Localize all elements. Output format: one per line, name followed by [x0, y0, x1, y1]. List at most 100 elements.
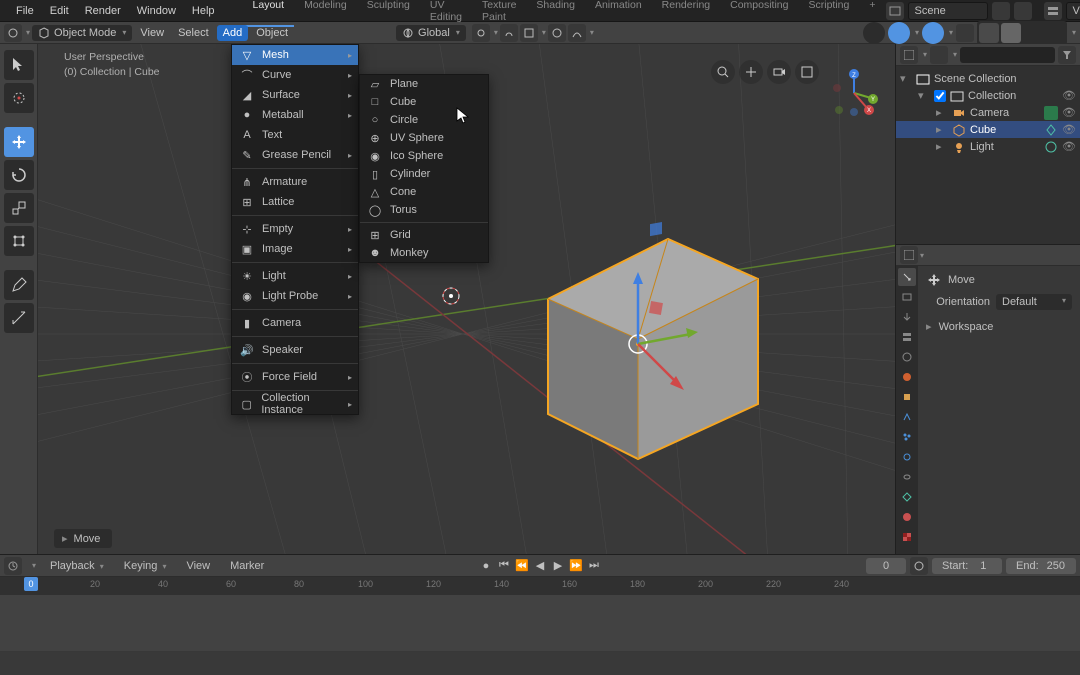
timeline-ruler[interactable]: 0 20 40 60 80 100 120 140 160 180 200 22… [0, 577, 1080, 595]
snap-options-icon[interactable] [520, 24, 538, 42]
navigation-gizmo[interactable]: Z Y X [829, 68, 879, 118]
disclosure-icon[interactable]: ▸ [936, 106, 948, 119]
snap-icon[interactable] [500, 24, 518, 42]
tool-transform[interactable] [4, 226, 34, 256]
collection-checkbox[interactable] [934, 90, 946, 102]
disclosure-icon[interactable]: ▾ [918, 89, 930, 102]
add-armature[interactable]: ⋔ Armature [232, 172, 358, 192]
mode-selector[interactable]: Object Mode ▾ [32, 25, 132, 41]
disclosure-icon[interactable]: ▸ [936, 140, 948, 153]
props-tab-world[interactable] [898, 368, 916, 386]
workspace-section[interactable]: ▸ Workspace [926, 316, 1072, 337]
mesh-grid[interactable]: ⊞ Grid [360, 226, 488, 244]
props-tab-modifiers[interactable] [898, 408, 916, 426]
timeline-editor-icon[interactable] [4, 557, 22, 575]
collection-visibility-icon[interactable] [863, 22, 885, 44]
operator-toast[interactable]: ▸ Move [54, 529, 112, 548]
properties-editor-icon[interactable] [900, 246, 918, 264]
add-text[interactable]: A Text [232, 125, 358, 145]
header-object[interactable]: Object [250, 25, 294, 41]
jump-end-icon[interactable]: ⏭ [586, 558, 602, 574]
add-curve[interactable]: ⌒ Curve ▸ [232, 65, 358, 85]
orientation-selector[interactable]: Global ▾ [396, 25, 466, 41]
tab-uv-editing[interactable]: UV Editing [420, 0, 472, 27]
playhead[interactable]: 0 [24, 577, 38, 591]
scene-name-field[interactable]: Scene [908, 2, 988, 20]
tab-animation[interactable]: Animation [585, 0, 652, 27]
eye-icon[interactable]: 👁 [1062, 106, 1076, 119]
props-tab-texture[interactable] [898, 528, 916, 546]
timeline-keying[interactable]: Keying ▾ [118, 558, 173, 574]
mesh-monkey[interactable]: ☻ Monkey [360, 244, 488, 262]
gizmo-toggle-icon[interactable] [888, 22, 910, 44]
camera-data-icon[interactable] [1044, 106, 1058, 120]
props-tab-particles[interactable] [898, 428, 916, 446]
outliner-light[interactable]: ▸ Light 👁 [896, 138, 1080, 155]
outliner-tree[interactable]: ▾ Scene Collection ▾ Collection 👁 ▸ Came… [896, 66, 1080, 244]
tab-layout[interactable]: Layout [243, 0, 295, 27]
tool-rotate[interactable] [4, 160, 34, 190]
scene-browse-icon[interactable] [886, 2, 904, 20]
tab-scripting[interactable]: Scripting [799, 0, 860, 27]
tool-annotate[interactable] [4, 270, 34, 300]
view-layer-field[interactable]: View Layer [1066, 2, 1080, 20]
move-view-icon[interactable] [739, 60, 763, 84]
pivot-icon[interactable] [472, 24, 490, 42]
timeline-view[interactable]: View [180, 558, 216, 574]
add-mesh[interactable]: ▽ Mesh ▸ [232, 45, 358, 65]
play-icon[interactable]: ▶ [550, 558, 566, 574]
tab-sculpting[interactable]: Sculpting [357, 0, 420, 27]
material-shading-icon[interactable] [1023, 23, 1043, 43]
add-empty[interactable]: ⊹ Empty ▸ [232, 219, 358, 239]
zoom-icon[interactable] [711, 60, 735, 84]
tab-rendering[interactable]: Rendering [652, 0, 720, 27]
play-reverse-icon[interactable]: ◀ [532, 558, 548, 574]
scene-delete-icon[interactable] [1014, 2, 1032, 20]
timeline-marker[interactable]: Marker [224, 558, 270, 574]
menu-render[interactable]: Render [77, 2, 129, 20]
timeline-track[interactable] [0, 595, 1080, 651]
tool-scale[interactable] [4, 193, 34, 223]
tool-select-box[interactable] [4, 50, 34, 80]
menu-edit[interactable]: Edit [42, 2, 77, 20]
outliner-editor-icon[interactable] [900, 46, 918, 64]
proportional-falloff-icon[interactable] [568, 24, 586, 42]
props-tab-constraints[interactable] [898, 468, 916, 486]
timeline-playback[interactable]: Playback ▾ [44, 558, 110, 574]
add-light-probe[interactable]: ◉ Light Probe ▸ [232, 286, 358, 306]
tab-compositing[interactable]: Compositing [720, 0, 798, 27]
tool-measure[interactable] [4, 303, 34, 333]
outliner-search-field[interactable] [960, 47, 1055, 63]
orientation-select[interactable]: Default ▾ [996, 294, 1072, 310]
mesh-uv-sphere[interactable]: ⊕ UV Sphere [360, 129, 488, 147]
solid-shading-icon[interactable] [1001, 23, 1021, 43]
props-tab-physics[interactable] [898, 448, 916, 466]
end-frame-field[interactable]: End:250 [1006, 558, 1076, 574]
add-metaball[interactable]: ● Metaball ▸ [232, 105, 358, 125]
add-force-field[interactable]: ⦿ Force Field ▸ [232, 367, 358, 387]
perspective-toggle-icon[interactable] [795, 60, 819, 84]
props-tab-material[interactable] [898, 508, 916, 526]
xray-icon[interactable] [956, 24, 974, 42]
outliner-cube[interactable]: ▸ Cube 👁 [896, 121, 1080, 138]
tool-cursor[interactable] [4, 83, 34, 113]
mesh-cylinder[interactable]: ▯ Cylinder [360, 165, 488, 183]
menu-help[interactable]: Help [184, 2, 223, 20]
jump-start-icon[interactable]: ⏮ [496, 558, 512, 574]
outliner-filter-icon[interactable] [1058, 46, 1076, 64]
props-tab-tool[interactable] [898, 268, 916, 286]
disclosure-icon[interactable]: ▸ [936, 123, 948, 136]
wireframe-shading-icon[interactable] [979, 23, 999, 43]
mesh-cone[interactable]: △ Cone [360, 183, 488, 201]
overlay-toggle-icon[interactable] [922, 22, 944, 44]
add-light[interactable]: ☀ Light ▸ [232, 266, 358, 286]
tool-move[interactable] [4, 127, 34, 157]
menu-file[interactable]: File [8, 2, 42, 20]
keyframe-prev-icon[interactable]: ⏪ [514, 558, 530, 574]
add-grease-pencil[interactable]: ✎ Grease Pencil ▸ [232, 145, 358, 165]
header-add[interactable]: Add [217, 25, 249, 41]
add-speaker[interactable]: 🔊 Speaker [232, 340, 358, 360]
add-camera[interactable]: ▮ Camera [232, 313, 358, 333]
outliner-scene-collection[interactable]: ▾ Scene Collection [896, 70, 1080, 87]
viewport-3d[interactable]: User Perspective (0) Collection | Cube Z… [38, 44, 895, 554]
